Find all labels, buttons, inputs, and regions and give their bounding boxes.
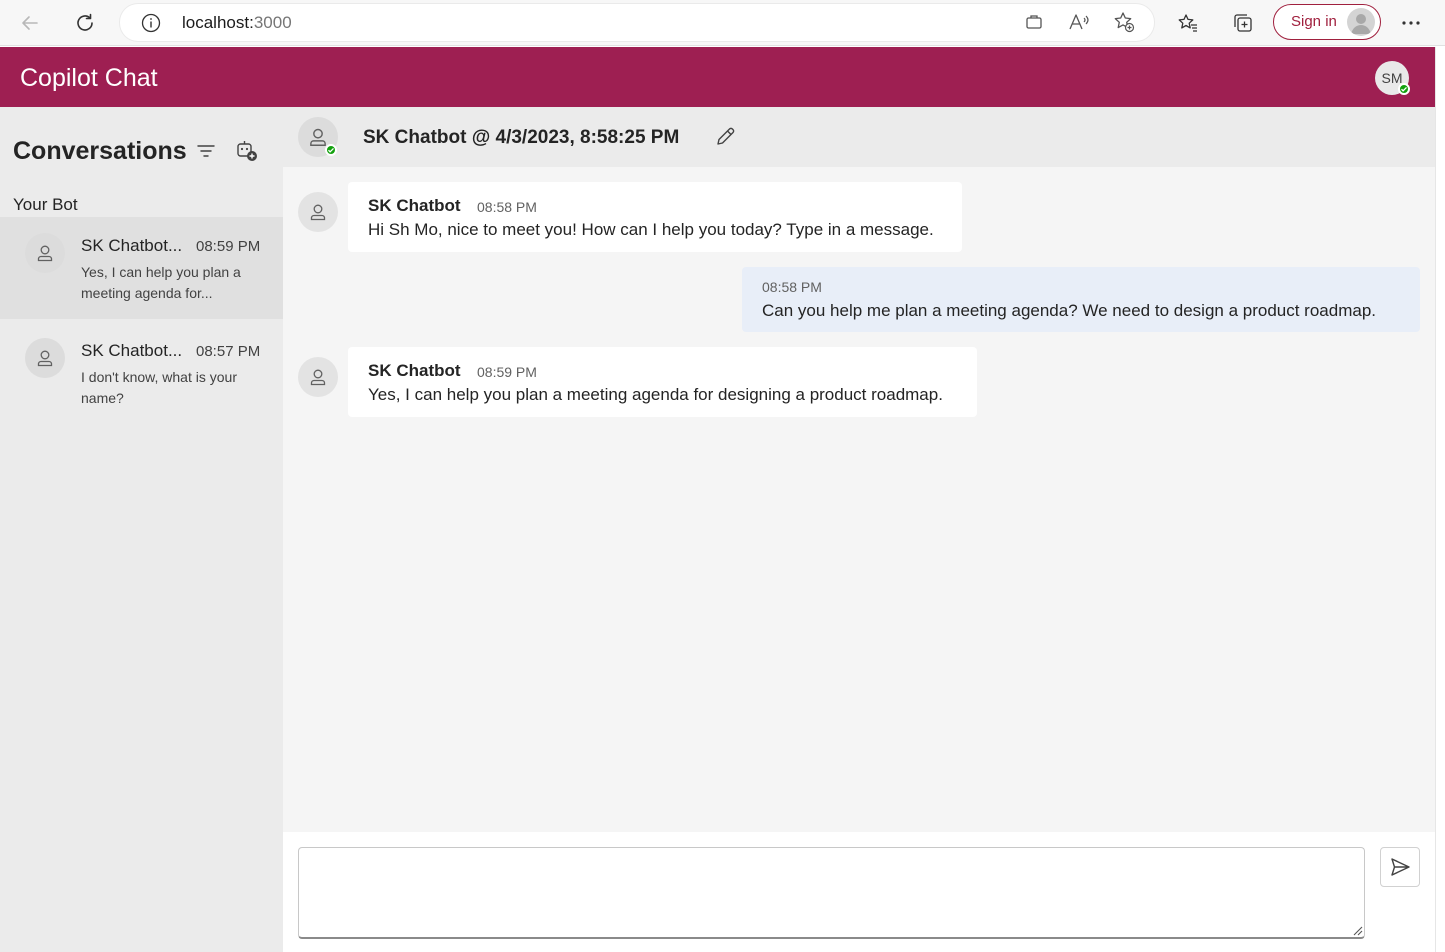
bot-message: SK Chatbot 08:58 PM Hi Sh Mo, nice to me… (348, 182, 962, 252)
message-input[interactable] (298, 847, 1365, 939)
message-text: Yes, I can help you plan a meeting agend… (368, 385, 943, 404)
message-text: Hi Sh Mo, nice to meet you! How can I he… (368, 220, 934, 239)
chat-title: SK Chatbot @ 4/3/2023, 8:58:25 PM (363, 127, 680, 148)
bot-message: SK Chatbot 08:59 PM Yes, I can help you … (348, 347, 977, 417)
conversation-preview: Yes, I can help you plan a meeting agend… (81, 264, 241, 301)
conversation-time: 08:57 PM (196, 343, 261, 360)
conversations-sidebar: Conversations Your Bot SK Chatbot... 08:… (0, 107, 283, 952)
user-message: 08:58 PM Can you help me plan a meeting … (742, 267, 1420, 332)
conversation-item[interactable]: SK Chatbot... 08:57 PM I don't know, wha… (0, 322, 283, 424)
message-sender: SK Chatbot (368, 361, 461, 380)
conversation-name: SK Chatbot... (81, 236, 183, 255)
section-label-your-bot: Your Bot (13, 195, 78, 214)
message-sender: SK Chatbot (368, 196, 461, 215)
conversation-name: SK Chatbot... (81, 341, 183, 360)
refresh-icon[interactable] (70, 8, 100, 38)
send-icon (1391, 858, 1410, 876)
info-icon[interactable] (140, 12, 162, 34)
bot-person-icon (298, 357, 338, 397)
app-available-icon[interactable] (1019, 7, 1049, 37)
url-port: 3000 (253, 13, 292, 32)
conversation-preview: I don't know, what is your name? (81, 369, 237, 406)
bot-person-icon (25, 233, 65, 273)
favorites-icon[interactable] (1173, 8, 1203, 38)
profile-avatar-icon (1347, 8, 1375, 36)
sign-in-label: Sign in (1291, 13, 1337, 30)
resize-grip-icon[interactable] (1351, 923, 1363, 936)
new-bot-chat-icon[interactable] (235, 139, 259, 163)
presence-available-icon (325, 144, 337, 156)
app-title: Copilot Chat (20, 64, 158, 92)
browser-toolbar: localhost:3000 Sign in (0, 0, 1445, 46)
message-time: 08:58 PM (477, 199, 537, 215)
chat-header: SK Chatbot @ 4/3/2023, 8:58:25 PM (283, 107, 1435, 167)
back-arrow-icon[interactable] (15, 8, 45, 38)
window-edge (1435, 47, 1445, 952)
more-icon[interactable] (1396, 8, 1426, 38)
composer-area (283, 832, 1435, 952)
bot-person-icon (298, 117, 338, 157)
message-text: Can you help me plan a meeting agenda? W… (762, 301, 1376, 320)
bot-person-icon (25, 338, 65, 378)
collections-icon[interactable] (1228, 8, 1258, 38)
message-time: 08:58 PM (762, 279, 822, 295)
message-time: 08:59 PM (477, 364, 537, 380)
bot-person-icon (298, 192, 338, 232)
app-header: Copilot Chat SM (0, 47, 1435, 107)
add-favorite-icon[interactable] (1109, 7, 1139, 37)
sign-in-button[interactable]: Sign in (1273, 4, 1381, 40)
url-host: localhost: (182, 13, 254, 32)
user-avatar[interactable]: SM (1375, 61, 1410, 95)
read-aloud-icon[interactable] (1064, 7, 1094, 37)
send-button[interactable] (1380, 847, 1420, 887)
filter-icon[interactable] (194, 139, 218, 163)
presence-available-icon (1398, 83, 1410, 95)
edit-pencil-icon[interactable] (712, 124, 738, 150)
conversations-title: Conversations (13, 137, 187, 165)
address-bar[interactable]: localhost:3000 (120, 4, 1154, 41)
chat-pane: SK Chatbot @ 4/3/2023, 8:58:25 PM SK Cha… (283, 107, 1435, 952)
url-text: localhost:3000 (182, 13, 292, 33)
conversation-time: 08:59 PM (196, 238, 261, 255)
conversation-item[interactable]: SK Chatbot... 08:59 PM Yes, I can help y… (0, 217, 283, 319)
